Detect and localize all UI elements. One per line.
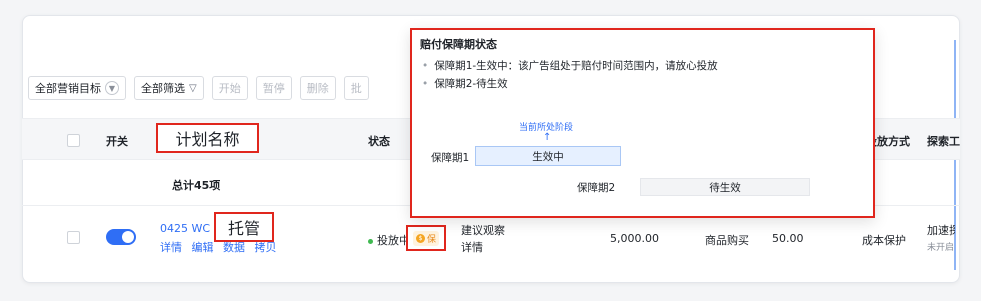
budget-cell: 5,000.00 <box>610 232 659 245</box>
header-delivery-method: 投放方式 <box>870 135 910 148</box>
delete-label: 删除 <box>306 82 329 95</box>
edit-link[interactable]: 编辑 <box>192 241 214 254</box>
suggestion-text: 建议观察 <box>461 224 505 237</box>
suggestion-detail-link[interactable]: 详情 <box>461 239 483 255</box>
guarantee-badge[interactable]: $ 保 <box>412 230 439 246</box>
detail-link[interactable]: 详情 <box>160 241 182 254</box>
pause-label: 暂停 <box>262 82 285 95</box>
goal-cell: 商品购买 <box>705 234 749 247</box>
explore-link[interactable]: 加速探 <box>927 222 955 238</box>
all-filter-label: 全部筛选 <box>141 82 185 95</box>
managed-annotation: 托管 <box>214 212 274 242</box>
filter-icon: ▽ <box>189 82 197 94</box>
plan-name-header: 计划名称 <box>175 130 240 149</box>
tooltip-item-period2: 保障期2-待生效 <box>422 76 507 91</box>
arrow-up-icon: ↑ <box>543 132 552 143</box>
plan-name-link[interactable]: 0425 WC <box>160 222 210 235</box>
batch-label: 批 <box>350 82 362 95</box>
plan-name-annotation: 计划名称 <box>156 123 259 153</box>
total-count: 总计45项 <box>172 179 221 192</box>
period1-bar: 生效中 <box>475 146 621 166</box>
guarantee-period-tooltip: 赔付保障期状态 保障期1-生效中：该广告组处于赔付时间范围内，请放心投放 保障期… <box>410 28 875 218</box>
header-status: 状态 <box>368 135 390 148</box>
guarantee-badge-annotation[interactable]: $ 保 <box>406 225 446 251</box>
marketing-goal-label: 全部营销目标 <box>35 82 101 95</box>
delete-button[interactable]: 删除 <box>299 76 336 100</box>
marketing-goal-select[interactable]: 全部营销目标 ▼ <box>28 76 126 100</box>
tooltip-item-period1: 保障期1-生效中：该广告组处于赔付时间范围内，请放心投放 <box>422 58 717 73</box>
row-checkbox[interactable] <box>67 231 80 244</box>
period2-status: 待生效 <box>709 181 741 194</box>
period2-bar: 待生效 <box>640 178 810 196</box>
managed-label: 托管 <box>227 219 260 238</box>
status-cell: 投放中 <box>368 232 410 248</box>
coin-icon: $ <box>415 233 425 243</box>
row-switch-toggle[interactable] <box>106 229 136 245</box>
header-switch: 开关 <box>106 135 128 148</box>
pause-button[interactable]: 暂停 <box>255 76 292 100</box>
batch-button[interactable]: 批 <box>343 76 369 100</box>
bid-cell: 50.00 <box>772 232 804 245</box>
chevron-down-icon: ▼ <box>105 81 119 95</box>
plan-name-cell: 0425 WC ✎ <box>160 222 222 235</box>
tooltip-title: 赔付保障期状态 <box>420 38 497 51</box>
copy-link[interactable]: 拷贝 <box>255 241 277 254</box>
guarantee-badge-label: 保 <box>426 234 436 245</box>
period1-label: 保障期1 <box>431 152 470 164</box>
period1-status: 生效中 <box>532 150 564 163</box>
header-explore: 探索工 <box>927 135 960 148</box>
method-cell: 成本保护 <box>862 234 906 247</box>
status-dot-icon <box>368 238 373 244</box>
start-label: 开始 <box>218 82 241 95</box>
start-button[interactable]: 开始 <box>211 76 248 100</box>
toolbar: 全部营销目标 ▼ 全部筛选 ▽ 开始 暂停 删除 批 <box>28 76 369 100</box>
select-all-checkbox[interactable] <box>67 134 80 147</box>
explore-status: 未开启 <box>927 243 955 253</box>
all-filter-button[interactable]: 全部筛选 ▽ <box>134 76 204 100</box>
period2-label: 保障期2 <box>577 182 616 194</box>
data-link[interactable]: 数据 <box>223 241 245 254</box>
